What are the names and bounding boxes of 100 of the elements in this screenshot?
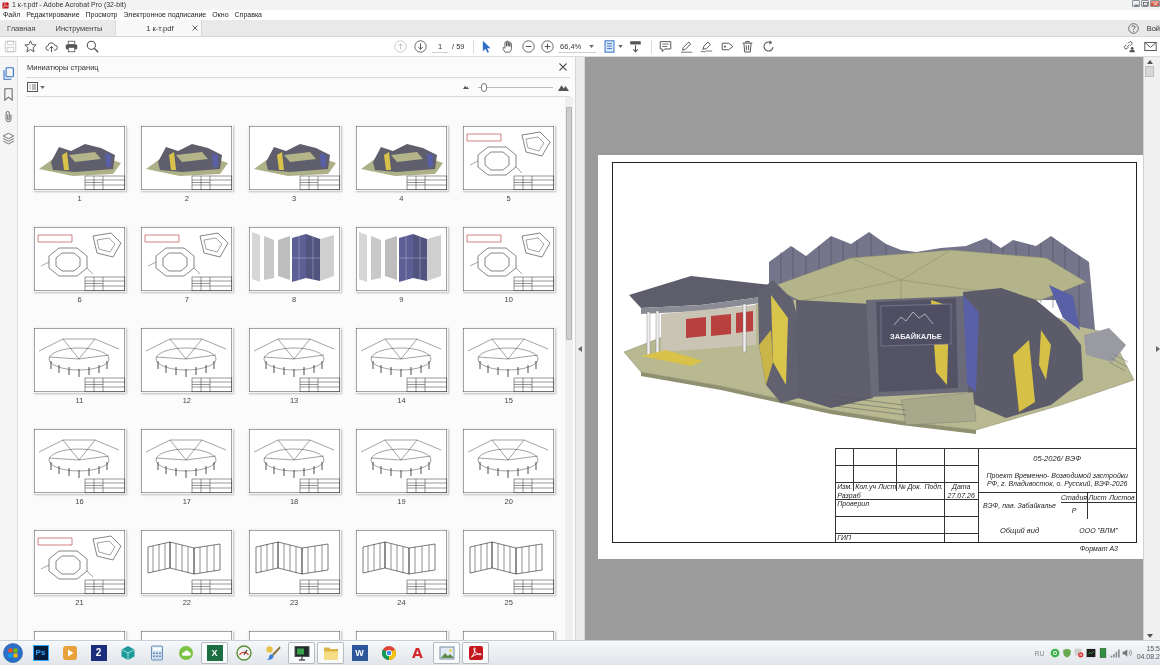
taskbar-button[interactable]: W [346, 642, 373, 664]
close-icon[interactable] [192, 25, 199, 31]
page-thumbnail[interactable] [140, 226, 234, 292]
caret-icon[interactable] [589, 44, 594, 48]
page-thumbnail[interactable] [354, 226, 448, 292]
page-thumbnail[interactable] [140, 428, 234, 494]
status-circle-icon[interactable] [1049, 648, 1060, 658]
page-thumbnail[interactable] [140, 327, 234, 393]
taskbar-button[interactable]: 2 [85, 642, 112, 664]
slider-thumb[interactable] [481, 82, 487, 92]
layers-icon[interactable] [2, 131, 15, 145]
fit-page-icon[interactable] [603, 40, 616, 53]
page-thumbnail[interactable] [247, 428, 341, 494]
page-thumbnail[interactable] [33, 125, 126, 191]
page-thumbnail[interactable] [140, 125, 234, 191]
taskbar-button[interactable]: Ps [27, 642, 54, 664]
tag-icon[interactable] [720, 40, 734, 53]
page-thumbnail[interactable] [33, 428, 126, 494]
taskbar-button[interactable]: A [404, 642, 431, 664]
speech-bubble-icon[interactable] [659, 40, 672, 53]
start-button[interactable] [1, 641, 24, 665]
speaker-icon[interactable] [1121, 648, 1132, 658]
taskbar-button[interactable]: X [201, 642, 228, 664]
envelope-icon[interactable] [1143, 40, 1157, 53]
paperclip-icon[interactable] [2, 109, 15, 123]
taskbar-button[interactable] [288, 642, 315, 664]
page-thumbnail[interactable] [33, 226, 126, 292]
page-thumbnail[interactable] [247, 125, 341, 191]
page-thumbnail[interactable] [354, 327, 448, 393]
page-thumbnail[interactable] [354, 428, 448, 494]
close-window-button[interactable] [1150, 0, 1160, 7]
bookmark-icon[interactable] [2, 88, 15, 102]
table-cell [944, 525, 978, 534]
zoom-in-icon[interactable] [541, 40, 554, 53]
scroll-up-arrow-icon[interactable] [1146, 60, 1153, 64]
cursor-arrow-icon[interactable] [480, 40, 493, 53]
table-cell [836, 474, 854, 483]
table-cell [944, 474, 978, 483]
help-icon[interactable] [1127, 22, 1139, 34]
page-thumbnail[interactable] [462, 529, 556, 595]
list-options-icon[interactable] [27, 82, 38, 92]
collapse-arrow-icon[interactable] [578, 345, 582, 352]
page-thumbnail[interactable] [462, 630, 556, 640]
pen-icon[interactable] [679, 40, 693, 53]
link-icon[interactable] [1121, 40, 1135, 53]
monitor-icon [293, 645, 310, 661]
page-thumbnail[interactable] [462, 125, 556, 191]
star-icon[interactable] [24, 40, 37, 53]
blocked-icon[interactable] [1073, 648, 1084, 658]
scrollbar[interactable] [1143, 57, 1155, 640]
start-orb-icon [2, 643, 23, 663]
scrollbar-thumb[interactable] [566, 107, 572, 340]
rotate-arrow-icon[interactable] [761, 40, 775, 53]
screen-icon[interactable] [1085, 648, 1096, 658]
scroll-mode-icon[interactable] [629, 40, 642, 53]
close-icon[interactable] [559, 63, 567, 71]
table-cell [944, 499, 978, 508]
shield-icon[interactable] [1061, 648, 1072, 658]
page-thumbnail[interactable] [247, 630, 341, 640]
zoom-out-icon[interactable] [522, 40, 535, 53]
search-icon[interactable] [85, 40, 99, 53]
page-thumbnail[interactable] [354, 529, 448, 595]
restore-icon [1142, 1, 1148, 6]
page-thumbnail[interactable] [140, 630, 234, 640]
scroll-down-arrow-icon[interactable] [1146, 634, 1153, 638]
page-thumbnail[interactable] [140, 529, 234, 595]
page-thumbnail[interactable] [247, 226, 341, 292]
table-cell [923, 533, 945, 542]
page-thumbnail[interactable] [354, 125, 448, 191]
caret-icon[interactable] [40, 85, 45, 89]
signal-icon[interactable] [1109, 648, 1120, 658]
page-thumbnail[interactable] [247, 529, 341, 595]
page-thumbnail[interactable] [33, 630, 126, 640]
caret-icon[interactable] [617, 45, 623, 48]
large-mountain-icon[interactable] [558, 83, 569, 91]
table-cell [944, 508, 978, 517]
battery-icon[interactable] [1097, 648, 1108, 658]
down-arrow-circle-icon[interactable] [413, 40, 427, 53]
scrollbar[interactable] [565, 97, 573, 640]
trash-icon[interactable] [741, 40, 754, 53]
page-thumbnail[interactable] [462, 226, 556, 292]
pages-icon[interactable] [2, 66, 15, 80]
page-thumbnail[interactable] [33, 529, 126, 595]
expand-arrow-icon[interactable] [1155, 345, 1160, 352]
restore-button[interactable] [1141, 0, 1149, 7]
page-thumbnail[interactable] [462, 327, 556, 393]
page-thumbnail[interactable] [462, 428, 556, 494]
table-cell [836, 448, 854, 457]
page-thumbnail[interactable] [247, 327, 341, 393]
paintbrush-icon [264, 645, 281, 661]
small-mountain-icon[interactable] [463, 85, 469, 89]
signature-pen-icon[interactable] [700, 40, 713, 53]
page-thumbnail[interactable] [354, 630, 448, 640]
scrollbar-thumb[interactable] [1145, 66, 1154, 77]
page-thumbnail[interactable] [33, 327, 126, 393]
printer-icon[interactable] [65, 40, 78, 53]
minimize-button[interactable] [1132, 0, 1140, 7]
cloud-upload-icon[interactable] [44, 40, 58, 53]
calculator-icon [148, 645, 165, 661]
hand-icon[interactable] [501, 40, 514, 53]
